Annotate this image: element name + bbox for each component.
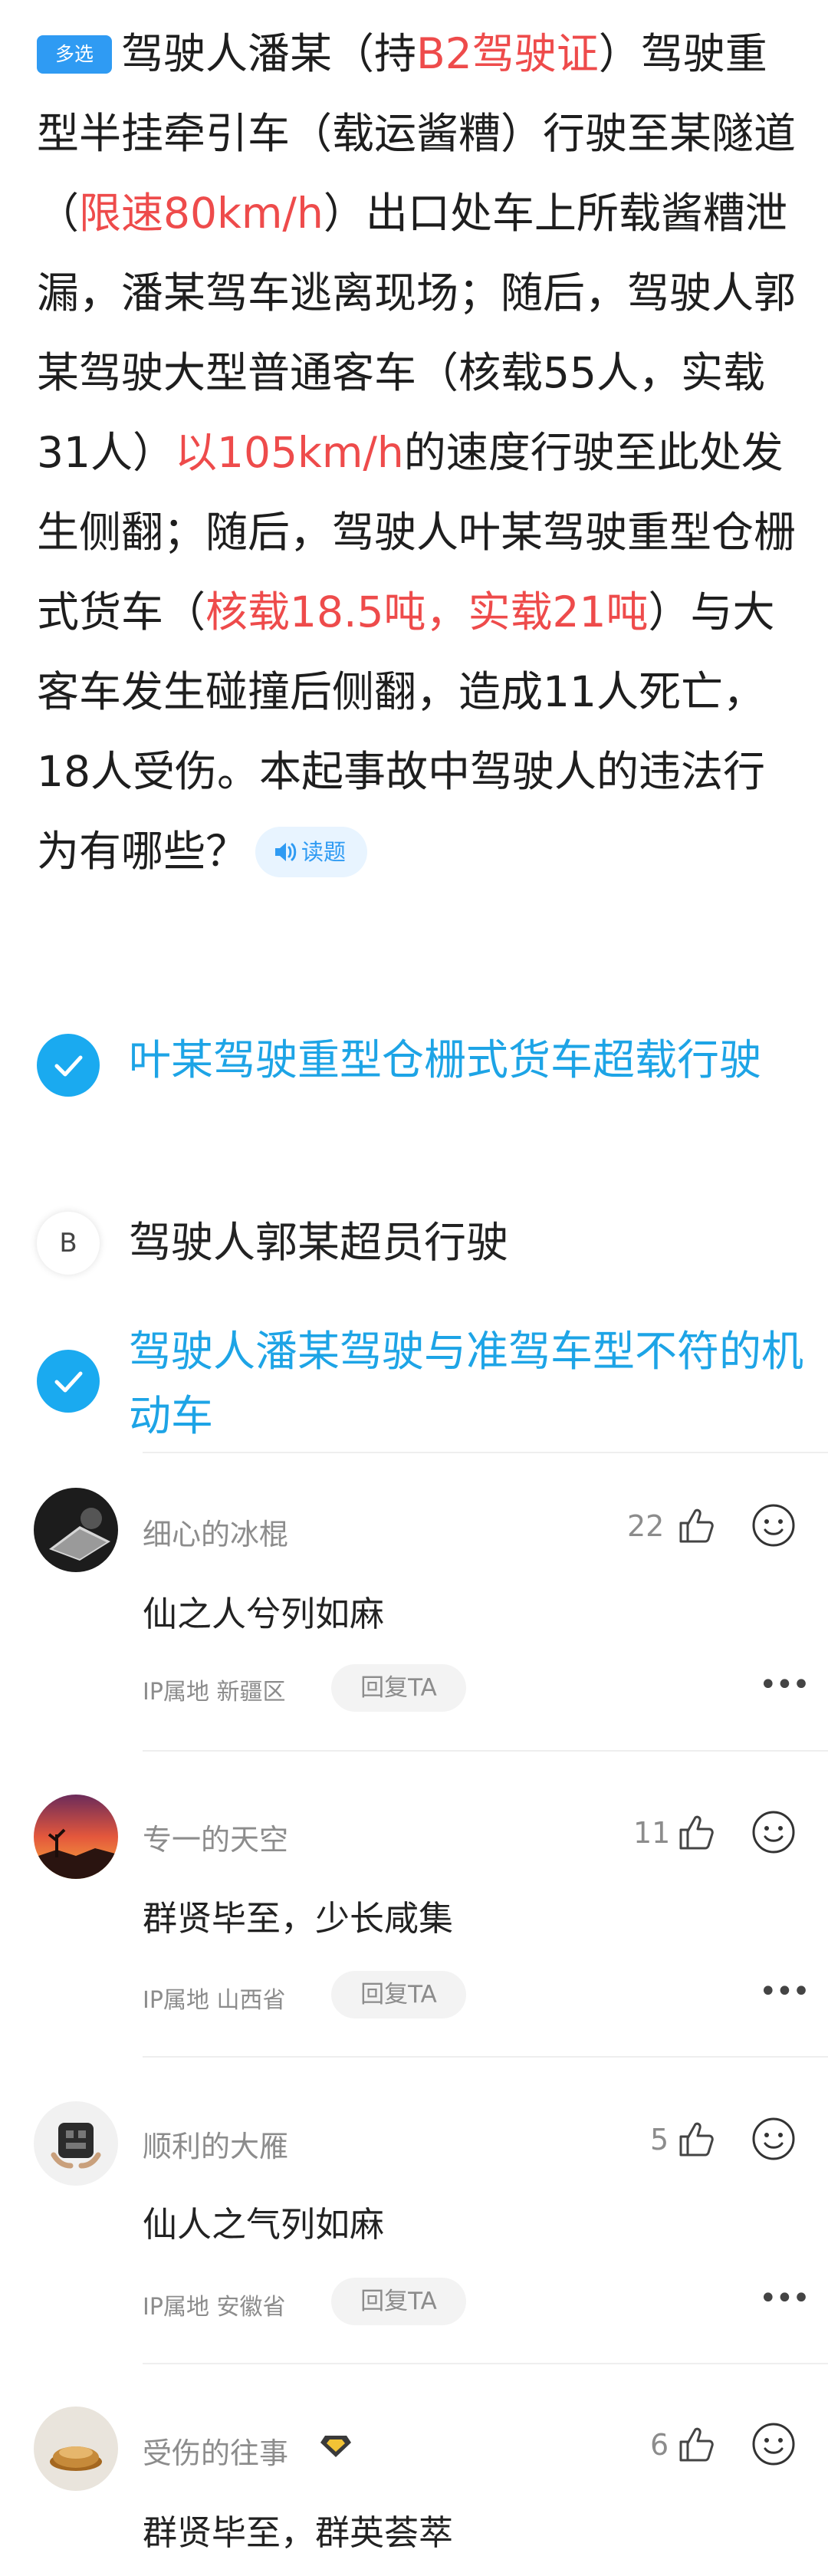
comment-username[interactable]: 顺利的大雁 <box>143 2123 288 2165</box>
ip-location: IP属地 山西省 <box>143 1987 286 2014</box>
comment-username[interactable]: 细心的冰棍 <box>143 1511 288 1553</box>
option-b-marker: B <box>37 1212 100 1275</box>
question-seg-highlight: 限速80km/h <box>79 189 324 238</box>
question-seg: 驾驶人潘某（持 <box>121 29 417 78</box>
option-b-text: 驾驶人郭某超员行驶 <box>129 1218 509 1267</box>
comment-username[interactable]: 专一的天空 <box>143 1816 288 1858</box>
comment-item: 专一的天空 11 群贤毕至，少长咸集 IP属地 山西省 回复TA ••• <box>0 1795 828 2025</box>
like-count: 11 <box>633 1816 671 1850</box>
diamond-badge-icon <box>320 2433 351 2459</box>
avatar[interactable] <box>34 2101 118 2186</box>
comment-item: 顺利的大雁 5 仙人之气列如麻 IP属地 安徽省 回复TA ••• <box>0 2101 828 2331</box>
more-dots-icon[interactable]: ••• <box>759 1974 810 2009</box>
comment-item: 受伤的往事 6 群贤毕至，群英荟萃 <box>0 2407 828 2576</box>
question-seg-highlight: 以105km/h <box>175 428 404 477</box>
question-text: 多选 驾驶人潘某（持B2驾驶证）驾驶重型半挂牵引车（载运酱糟）行驶至某隧道（限速8… <box>37 14 803 891</box>
speaker-icon <box>274 830 301 880</box>
thumbs-up-icon[interactable] <box>678 2120 716 2158</box>
option-a-text: 叶某驾驶重型仓栅式货车超载行驶 <box>129 1035 762 1084</box>
more-dots-icon[interactable]: ••• <box>759 2281 810 2316</box>
comment-text: 群贤毕至，少长咸集 <box>143 1898 454 1939</box>
comment-text: 仙之人兮列如麻 <box>143 1594 385 1634</box>
thumbs-up-icon[interactable] <box>678 2425 716 2463</box>
like-count: 5 <box>650 2123 669 2157</box>
check-icon <box>37 1034 100 1097</box>
reply-button[interactable]: 回复TA <box>331 2278 466 2325</box>
divider <box>143 2056 828 2058</box>
like-count: 22 <box>627 1509 665 1543</box>
avatar[interactable] <box>34 1795 118 1879</box>
option-b[interactable]: B 驾驶人郭某超员行驶 <box>37 1204 796 1281</box>
question-seg-highlight: 核载18.5吨，实载21吨 <box>205 587 649 637</box>
divider <box>143 1452 828 1453</box>
question-seg-highlight: B2驾驶证 <box>416 29 599 78</box>
comment-item: 细心的冰棍 22 仙之人兮列如麻 IP属地 新疆区 回复TA ••• <box>0 1488 828 1718</box>
divider <box>143 1750 828 1752</box>
option-a[interactable]: 叶某驾驶重型仓栅式货车超载行驶 <box>37 1028 796 1166</box>
read-question-label: 读题 <box>301 839 347 865</box>
smiley-icon[interactable] <box>751 2117 796 2161</box>
read-question-button[interactable]: 读题 <box>255 827 368 880</box>
more-dots-icon[interactable]: ••• <box>759 1667 810 1703</box>
comment-text: 群贤毕至，群英荟萃 <box>143 2512 454 2553</box>
option-c-text: 驾驶人潘某驾驶与准驾车型不符的机动车 <box>129 1327 804 1440</box>
avatar[interactable] <box>34 1488 118 1572</box>
thumbs-up-icon[interactable] <box>678 1506 716 1545</box>
check-icon <box>37 1350 100 1413</box>
multi-select-tag: 多选 <box>37 35 112 74</box>
ip-location: IP属地 安徽省 <box>143 2294 286 2321</box>
avatar[interactable] <box>34 2407 118 2491</box>
option-c[interactable]: 驾驶人潘某驾驶与准驾车型不符的机动车 <box>37 1319 803 1457</box>
comment-text: 仙人之气列如麻 <box>143 2204 385 2245</box>
thumbs-up-icon[interactable] <box>678 1813 716 1851</box>
smiley-icon[interactable] <box>751 1503 796 1548</box>
reply-button[interactable]: 回复TA <box>331 1971 466 2018</box>
comment-username[interactable]: 受伤的往事 <box>143 2430 288 2472</box>
smiley-icon[interactable] <box>751 1810 796 1854</box>
divider <box>143 2363 828 2364</box>
ip-location: IP属地 新疆区 <box>143 1679 286 1706</box>
like-count: 6 <box>650 2428 669 2462</box>
smiley-icon[interactable] <box>751 2422 796 2466</box>
reply-button[interactable]: 回复TA <box>331 1664 466 1712</box>
